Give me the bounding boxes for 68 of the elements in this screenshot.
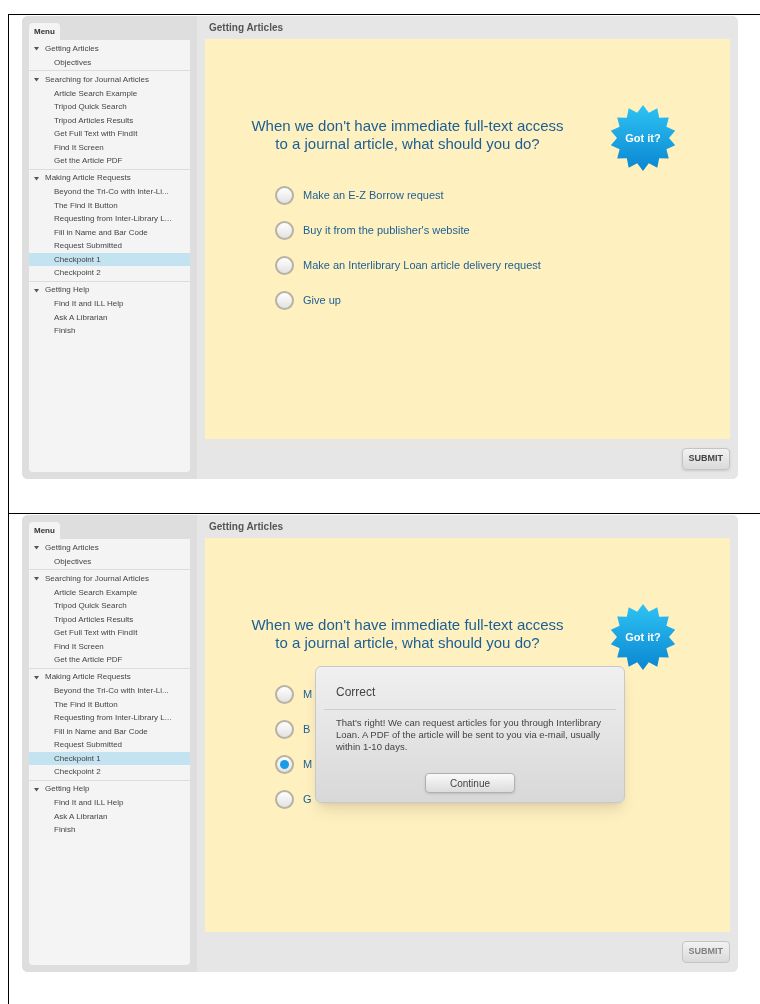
radio-button[interactable] <box>275 291 294 310</box>
menu-section[interactable]: Getting Articles <box>29 541 190 555</box>
menu-item[interactable]: Request Submitted <box>29 738 190 752</box>
dialog-message: That's right! We can request articles for you through Interlibrary Loan. A PDF of the article will be sent to you via e-mail, usually within 1-10 days. <box>335 716 603 753</box>
option-label: M <box>303 687 313 703</box>
menu-section[interactable]: Searching for Journal Articles <box>29 572 190 586</box>
menu-item[interactable]: Ask A Librarian <box>29 809 190 823</box>
menu-item[interactable]: The Find It Button <box>29 697 190 711</box>
menu-item[interactable]: Find It and ILL Help <box>29 297 190 311</box>
menu-item[interactable]: Find It and ILL Help <box>29 796 190 810</box>
menu-item[interactable]: Beyond the Tri-Co with Inter-Li... <box>29 185 190 199</box>
menu-item[interactable]: Fill in Name and Bar Code <box>29 225 190 239</box>
menu-section[interactable]: Making Article Requests <box>29 670 190 684</box>
dialog-title: Correct <box>336 685 376 699</box>
option-label: Buy it from the publisher's website <box>303 223 470 239</box>
menu-item[interactable]: Article Search Example <box>29 86 190 100</box>
radio-button[interactable] <box>275 685 294 704</box>
menu-item[interactable]: Tripod Quick Search <box>29 100 190 114</box>
menu-tab[interactable]: Menu <box>29 23 60 40</box>
option-label: Make an Interlibrary Loan article delivery request <box>303 258 541 274</box>
menu-section[interactable]: Searching for Journal Articles <box>29 73 190 87</box>
menu-item[interactable]: Checkpoint 2 <box>29 765 190 779</box>
menu-item[interactable]: Fill in Name and Bar Code <box>29 724 190 738</box>
menu-section[interactable]: Getting Help <box>29 782 190 796</box>
menu-item[interactable]: Finish <box>29 324 190 338</box>
menu-item[interactable]: Find It Screen <box>29 140 190 154</box>
question-text: When we don't have immediate full-text access to a journal article, what should you do? <box>250 616 565 652</box>
page-title: Getting Articles <box>209 21 284 35</box>
menu-item[interactable]: Get Full Text with FindIt <box>29 127 190 141</box>
menu-item[interactable]: Requesting from Inter-Library L... <box>29 212 190 226</box>
radio-button[interactable] <box>275 790 294 809</box>
menu-section[interactable]: Getting Help <box>29 283 190 297</box>
option-label: Give up <box>303 293 341 309</box>
question-text: When we don't have immediate full-text access to a journal article, what should you do? <box>250 117 565 153</box>
menu-item[interactable]: Objectives <box>29 554 190 568</box>
continue-button[interactable]: Continue <box>425 773 515 793</box>
menu-item[interactable]: Get Full Text with FindIt <box>29 626 190 640</box>
radio-button[interactable] <box>275 256 294 275</box>
menu-item[interactable]: Get the Article PDF <box>29 653 190 667</box>
menu-item[interactable]: Checkpoint 1 <box>29 252 190 266</box>
menu-item[interactable]: Requesting from Inter-Library L... <box>29 711 190 725</box>
menu-item[interactable]: Beyond the Tri-Co with Inter-Li... <box>29 684 190 698</box>
option-label: M <box>303 757 313 773</box>
menu-item[interactable]: Get the Article PDF <box>29 154 190 168</box>
menu-item[interactable]: Ask A Librarian <box>29 310 190 324</box>
submit-button[interactable]: SUBMIT <box>681 448 730 470</box>
menu-item[interactable]: Tripod Articles Results <box>29 612 190 626</box>
menu-section[interactable]: Making Article Requests <box>29 171 190 185</box>
menu-item[interactable]: Article Search Example <box>29 585 190 599</box>
option-label: B <box>303 722 311 738</box>
menu-item[interactable]: Checkpoint 1 <box>29 751 190 765</box>
option-label: G <box>303 792 312 808</box>
menu-item[interactable]: The Find It Button <box>29 198 190 212</box>
menu-item[interactable]: Tripod Quick Search <box>29 599 190 613</box>
radio-button[interactable] <box>275 755 294 774</box>
menu-item[interactable]: Finish <box>29 823 190 837</box>
menu-item[interactable]: Objectives <box>29 55 190 69</box>
radio-button[interactable] <box>275 221 294 240</box>
page-title: Getting Articles <box>209 520 284 534</box>
menu-section[interactable]: Getting Articles <box>29 42 190 56</box>
option-label: Make an E-Z Borrow request <box>303 188 444 204</box>
menu-item[interactable]: Checkpoint 2 <box>29 266 190 280</box>
menu-item[interactable]: Request Submitted <box>29 239 190 253</box>
radio-button[interactable] <box>275 186 294 205</box>
menu-item[interactable]: Tripod Articles Results <box>29 113 190 127</box>
radio-button[interactable] <box>275 720 294 739</box>
menu-item[interactable]: Find It Screen <box>29 639 190 653</box>
menu-tab[interactable]: Menu <box>29 522 60 539</box>
